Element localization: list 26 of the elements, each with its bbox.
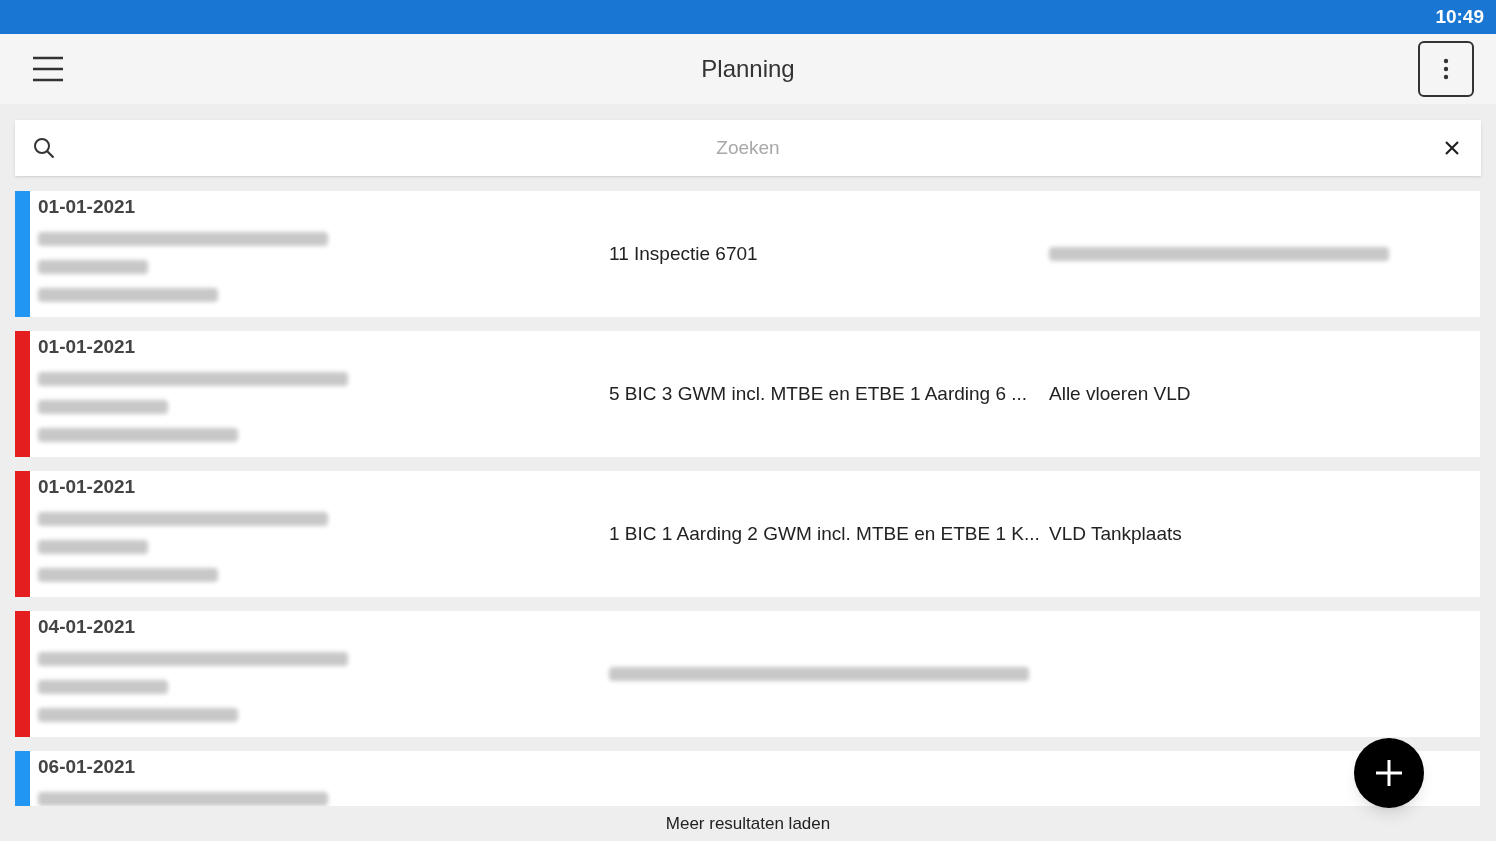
add-button[interactable]	[1354, 738, 1424, 808]
more-options-button[interactable]	[1418, 41, 1474, 97]
search-icon	[33, 137, 55, 159]
description-text: 11 Inspectie 6701	[609, 241, 758, 266]
location-text: Alle vloeren VLD	[1049, 381, 1191, 406]
date-text: 01-01-2021	[38, 476, 137, 498]
date-text: 01-01-2021	[38, 196, 137, 218]
date-text: 04-01-2021	[38, 616, 137, 638]
planning-row[interactable]: 04-01-2021	[15, 611, 1480, 737]
planning-row[interactable]: 01-01-2021 11 Inspectie 6701	[15, 191, 1480, 317]
date-text: 06-01-2021	[38, 756, 137, 778]
planning-row[interactable]: 06-01-2021	[15, 751, 1480, 806]
planning-row[interactable]: 01-01-2021 5 BIC 3 GWM incl. MTBE en ETBE 1 Aarding 6 ... Alle vloeren VLD	[15, 331, 1480, 457]
location-text: VLD Tankplaats	[1049, 521, 1182, 546]
more-vertical-icon	[1443, 58, 1449, 80]
date-text: 01-01-2021	[38, 336, 137, 358]
plus-icon	[1375, 759, 1403, 787]
planning-row[interactable]: 01-01-2021 1 BIC 1 Aarding 2 GWM incl. MTBE en ETBE 1 K... VLD Tankplaats	[15, 471, 1480, 597]
search-field[interactable]: Zoeken	[15, 120, 1481, 176]
clock-time: 10:49	[1435, 4, 1484, 29]
load-more-link[interactable]: Meer resultaten laden	[665, 810, 831, 837]
description-text: 1 BIC 1 Aarding 2 GWM incl. MTBE en ETBE 1 K...	[609, 521, 1040, 546]
description-text: 5 BIC 3 GWM incl. MTBE en ETBE 1 Aarding 6 ...	[609, 381, 1028, 406]
page-title: Planning	[701, 54, 795, 84]
menu-icon[interactable]	[32, 56, 64, 82]
close-icon[interactable]	[1445, 141, 1459, 155]
